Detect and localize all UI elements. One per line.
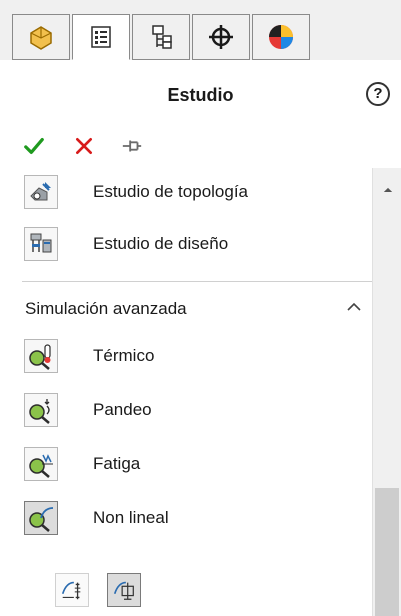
thermal-icon [24, 339, 58, 373]
nonlinear-options [55, 573, 141, 613]
chevron-up-icon[interactable] [345, 298, 363, 316]
scroll-thumb[interactable] [375, 488, 399, 616]
cancel-button[interactable] [70, 132, 98, 160]
appearance-icon [269, 25, 293, 49]
check-icon [24, 137, 44, 155]
property-list-icon [91, 26, 111, 48]
action-bar [0, 132, 401, 168]
fatigue-icon [24, 447, 58, 481]
design-study-icon [24, 227, 58, 261]
configuration-icon [152, 25, 172, 49]
part-icon [30, 26, 52, 50]
ok-button[interactable] [20, 132, 48, 160]
nonlinear-icon [24, 501, 58, 535]
tab-propertymanager[interactable] [72, 14, 130, 60]
pin-button[interactable] [118, 132, 146, 160]
chevron-up-icon [383, 187, 392, 192]
list-item-label: Fatiga [93, 454, 141, 473]
tab-strip [0, 0, 401, 60]
study-options-list[interactable]: Estudio de topología Estudio de diseño S… [0, 168, 372, 616]
section-title: Simulación avanzada [25, 299, 187, 318]
list-item-label: Pandeo [93, 400, 152, 419]
list-item-thermal[interactable]: Térmico [0, 332, 372, 380]
help-button[interactable]: ? [366, 82, 390, 106]
tab-dimxpert[interactable] [192, 14, 250, 60]
tab-featuremanager[interactable] [12, 14, 70, 60]
list-item-label: Estudio de diseño [93, 234, 229, 253]
close-icon [76, 138, 92, 154]
list-item-fatigue[interactable]: Fatiga [0, 440, 372, 488]
vertical-scrollbar[interactable] [372, 168, 401, 616]
list-item-label: Non lineal [93, 508, 169, 527]
buckling-icon [24, 393, 58, 427]
crosshair-icon [209, 25, 233, 49]
list-item-topology-study[interactable]: Estudio de topología [0, 168, 372, 216]
tab-display[interactable] [252, 14, 310, 60]
tab-configuration[interactable] [132, 14, 190, 60]
list-item-buckling[interactable]: Pandeo [0, 386, 372, 434]
section-header-advanced-simulation[interactable]: Simulación avanzada [0, 292, 372, 324]
scroll-up-button[interactable] [373, 180, 401, 198]
list-item-nonlinear[interactable]: Non lineal [0, 494, 372, 542]
section-divider [22, 281, 372, 282]
list-item-label: Estudio de topología [93, 182, 249, 201]
panel-title: Estudio [167, 85, 234, 105]
pin-icon [122, 140, 142, 152]
list-item-design-study[interactable]: Estudio de diseño [0, 220, 372, 268]
topology-study-icon [24, 175, 58, 209]
nonlinear-static-icon[interactable] [55, 573, 89, 607]
property-header: Estudio ? [0, 60, 401, 132]
list-item-label: Térmico [93, 346, 155, 365]
nonlinear-dynamic-icon[interactable] [107, 573, 141, 607]
